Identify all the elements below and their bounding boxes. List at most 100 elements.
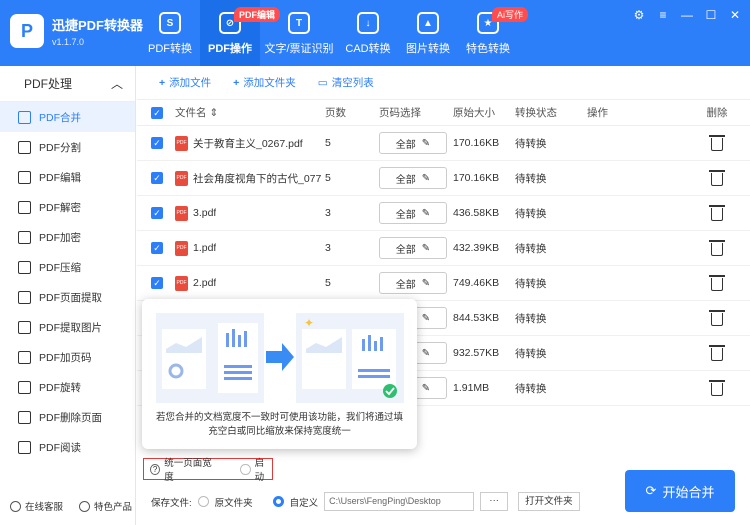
trash-icon[interactable] (709, 310, 725, 326)
custom-folder-radio[interactable] (272, 496, 284, 507)
unify-width-illustration: ✦ (156, 313, 404, 403)
online-service-link[interactable]: 在线客服 (10, 499, 63, 513)
file-size: 1.91MB (453, 382, 490, 394)
close-icon[interactable]: ✕ (728, 8, 742, 22)
sidebar-header[interactable]: PDF处理 ︿ (0, 66, 135, 102)
table-row: ✓ PDF 社会角度视角下的古代_0771 5 全部 ✎ 170.16KB 待转换 (137, 161, 750, 196)
save-path-field[interactable]: C:\Users\FengPing\Desktop (324, 492, 475, 511)
row-checkbox[interactable]: ✓ (151, 242, 163, 254)
save-location-bar: 保存文件: 原文件夹 自定义 C:\Users\FengPing\Desktop… (151, 492, 580, 511)
delete-page-icon (18, 410, 31, 424)
pdf-file-icon: PDF (175, 170, 188, 186)
page-range-button[interactable]: 全部✎ (379, 202, 447, 224)
clear-list-button[interactable]: ▭ 清空列表 (318, 75, 374, 90)
page-range-button[interactable]: 全部✎ (379, 272, 447, 294)
pdf-file-icon: PDF (175, 240, 188, 256)
convert-status: 待转换 (515, 277, 547, 290)
file-size: 932.57KB (453, 347, 500, 359)
sidebar-item-rotate[interactable]: PDF旋转 (0, 372, 135, 402)
page-range-button[interactable]: 全部✎ (379, 237, 447, 259)
trash-icon[interactable] (709, 380, 725, 396)
trash-icon[interactable] (709, 135, 725, 151)
enable-radio[interactable] (240, 463, 251, 475)
file-name: 关于教育主义_0267.pdf (193, 137, 303, 150)
file-size: 844.53KB (453, 312, 500, 324)
convert-status: 待转换 (515, 207, 547, 220)
trash-icon[interactable] (709, 345, 725, 361)
trash-icon[interactable] (709, 170, 725, 186)
edit-icon: ✎ (421, 242, 431, 254)
sidebar-item-compress[interactable]: PDF压缩 (0, 252, 135, 282)
trash-icon[interactable] (709, 240, 725, 256)
unify-width-option: ? 统一页面宽度 启动 (143, 458, 273, 483)
add-file-button[interactable]: + 添加文件 (159, 75, 211, 90)
sidebar-item-extract-pages[interactable]: PDF页面提取 (0, 282, 135, 312)
trash-icon[interactable] (709, 275, 725, 291)
convert-status: 待转换 (515, 312, 547, 325)
menu-icon[interactable]: ≡ (656, 8, 670, 22)
edit-icon: ✎ (421, 137, 431, 149)
sidebar-item-decrypt[interactable]: PDF解密 (0, 192, 135, 222)
sidebar-item-page-number[interactable]: PDF加页码 (0, 342, 135, 372)
row-checkbox[interactable]: ✓ (151, 277, 163, 289)
gift-icon (79, 501, 91, 512)
image-icon: ▲ (417, 12, 439, 34)
maximize-icon[interactable]: ☐ (704, 8, 718, 22)
row-checkbox[interactable]: ✓ (151, 207, 163, 219)
table-row: ✓ PDF 关于教育主义_0267.pdf 5 全部 ✎ 170.16KB 待转换 (137, 126, 750, 161)
open-folder-button[interactable]: 打开文件夹 (518, 492, 580, 511)
file-size: 436.58KB (453, 207, 500, 219)
pdf-file-icon: PDF (175, 135, 188, 151)
sidebar-item-edit[interactable]: PDF编辑 (0, 162, 135, 192)
refresh-icon: ⟳ (645, 483, 657, 498)
page-range-button[interactable]: 全部✎ (379, 132, 447, 154)
nav-cad[interactable]: ↓ CAD转换 (338, 0, 398, 66)
edit-icon: ✎ (421, 347, 431, 359)
settings-icon[interactable]: ⚙ (632, 8, 646, 22)
original-folder-radio[interactable] (197, 496, 209, 507)
page-range-button[interactable]: 全部✎ (379, 167, 447, 189)
pdf-file-icon: PDF (175, 205, 188, 221)
table-row: ✓ PDF 1.pdf 3 全部 ✎ 432.39KB 待转换 (137, 231, 750, 266)
row-checkbox[interactable]: ✓ (151, 172, 163, 184)
add-folder-button[interactable]: + 添加文件夹 (233, 75, 296, 90)
featured-products-link[interactable]: 特色产品 (79, 499, 132, 513)
nav-pdf-convert[interactable]: S PDF转换 (140, 0, 200, 66)
rotate-icon (18, 380, 31, 394)
app-logo: P 迅捷PDF转换器 v1.1.7.0 (10, 14, 143, 48)
page-count: 3 (325, 242, 331, 254)
nav-pdf-operate[interactable]: PDF编辑 ⊘ PDF操作 (200, 0, 281, 66)
unify-width-tooltip: ✦ 若您合并的文档宽度不一致时可使用该功能，我们将通过填充空白或同比缩放来保持宽… (142, 299, 417, 449)
table-header: ✓ 文件名 ⇕ 页数 页码选择 原始大小 转换状态 操作 删除 (137, 100, 750, 126)
pdf-convert-icon: S (159, 12, 181, 34)
edit-icon: ✎ (421, 172, 431, 184)
nav-ocr[interactable]: T 文字/票证识别 (260, 0, 338, 66)
sidebar-item-merge[interactable]: PDF合并 (0, 102, 135, 132)
start-merge-button[interactable]: ⟳ 开始合并 (625, 470, 735, 512)
sidebar-item-split[interactable]: PDF分割 (0, 132, 135, 162)
unlock-icon (18, 200, 31, 214)
nav-image[interactable]: ▲ 图片转换 (398, 0, 458, 66)
header-name[interactable]: 文件名 ⇕ (175, 105, 325, 120)
nav-special[interactable]: Ai写作 ★ 特色转换 (458, 0, 529, 66)
browse-button[interactable]: ··· (480, 492, 509, 511)
clear-icon: ▭ (317, 77, 328, 89)
image-extract-icon (18, 320, 31, 334)
sidebar-item-read[interactable]: PDF阅读 (0, 432, 135, 462)
sidebar-item-delete-pages[interactable]: PDF删除页面 (0, 402, 135, 432)
toolbar: + 添加文件 + 添加文件夹 ▭ 清空列表 (137, 66, 750, 100)
logo-mark: P (10, 14, 44, 48)
plus-icon: + (233, 77, 240, 89)
row-checkbox[interactable]: ✓ (151, 137, 163, 149)
top-bar: P 迅捷PDF转换器 v1.1.7.0 S PDF转换 PDF编辑 ⊘ PDF操… (0, 0, 750, 66)
sidebar-item-encrypt[interactable]: PDF加密 (0, 222, 135, 252)
sidebar-item-extract-images[interactable]: PDF提取图片 (0, 312, 135, 342)
page-count: 5 (325, 172, 331, 184)
select-all-checkbox[interactable]: ✓ (151, 106, 163, 119)
minimize-icon[interactable]: — (680, 8, 694, 22)
header-status: 转换状态 (515, 107, 557, 119)
question-icon[interactable]: ? (150, 463, 161, 475)
file-size: 170.16KB (453, 172, 500, 184)
trash-icon[interactable] (709, 205, 725, 221)
pdf-file-icon: PDF (175, 275, 188, 291)
